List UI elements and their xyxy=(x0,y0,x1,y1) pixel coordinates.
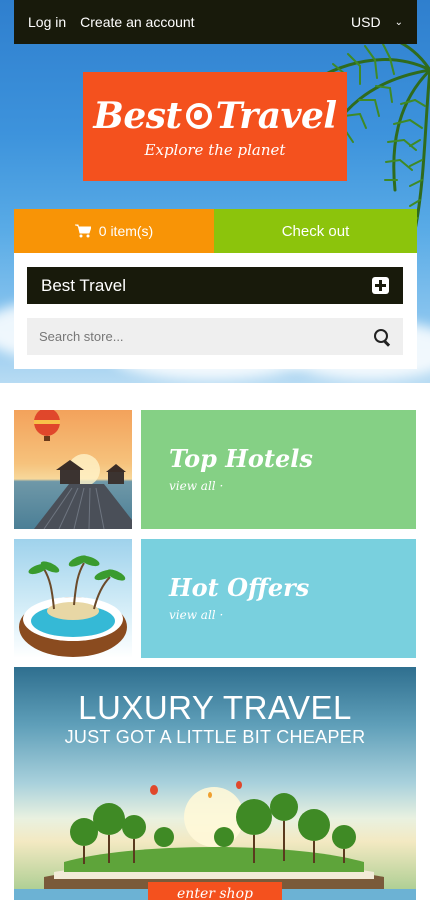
offers-image[interactable] xyxy=(14,539,132,658)
top-bar: Log in Create an account USD ⌄ xyxy=(14,0,417,44)
coconut-island-illustration xyxy=(19,555,127,657)
book-island-illustration xyxy=(14,781,416,900)
enter-shop-button[interactable]: enter shop xyxy=(148,882,282,900)
logo-tagline: Explore the planet xyxy=(144,140,286,159)
checkout-button[interactable]: Check out xyxy=(214,209,417,253)
top-hotels-view-all-link[interactable]: view all · xyxy=(169,479,388,493)
hot-offers-view-all-link[interactable]: view all · xyxy=(169,608,388,622)
site-logo[interactable]: Best Travel Explore the planet xyxy=(83,72,347,181)
logo-title-part1: Best xyxy=(93,94,182,137)
hot-offers-tile[interactable]: Hot Offers view all · xyxy=(141,539,416,658)
currency-selector[interactable]: USD ⌄ xyxy=(351,14,403,30)
menu-search-panel: Best Travel xyxy=(14,253,417,369)
pier-illustration xyxy=(34,410,132,529)
logo-title: Best Travel xyxy=(93,94,337,137)
luxury-travel-banner[interactable]: LUXURY TRAVEL JUST GOT A LITTLE BIT CHEA… xyxy=(14,667,416,900)
chevron-down-icon: ⌄ xyxy=(394,16,403,28)
menu-toggle[interactable]: Best Travel xyxy=(27,267,403,304)
cart-button[interactable]: 0 item(s) xyxy=(14,209,214,253)
login-link[interactable]: Log in xyxy=(28,14,66,30)
shopping-cart-icon xyxy=(74,224,91,238)
globe-icon xyxy=(185,102,212,129)
cart-row: 0 item(s) Check out xyxy=(14,209,417,253)
create-account-link[interactable]: Create an account xyxy=(80,14,194,30)
top-hotels-tile[interactable]: Top Hotels view all · xyxy=(141,410,416,529)
hot-offers-title: Hot Offers xyxy=(169,573,310,602)
search-input[interactable] xyxy=(39,329,373,344)
hotels-image[interactable] xyxy=(14,410,132,529)
search-bar xyxy=(27,318,403,355)
cart-items-label: 0 item(s) xyxy=(98,223,154,239)
top-hotels-title: Top Hotels xyxy=(169,444,313,473)
search-icon[interactable] xyxy=(373,328,391,346)
currency-value: USD xyxy=(351,14,381,30)
plus-icon xyxy=(372,277,389,294)
menu-title: Best Travel xyxy=(41,275,127,295)
logo-title-part2: Travel xyxy=(215,94,337,137)
